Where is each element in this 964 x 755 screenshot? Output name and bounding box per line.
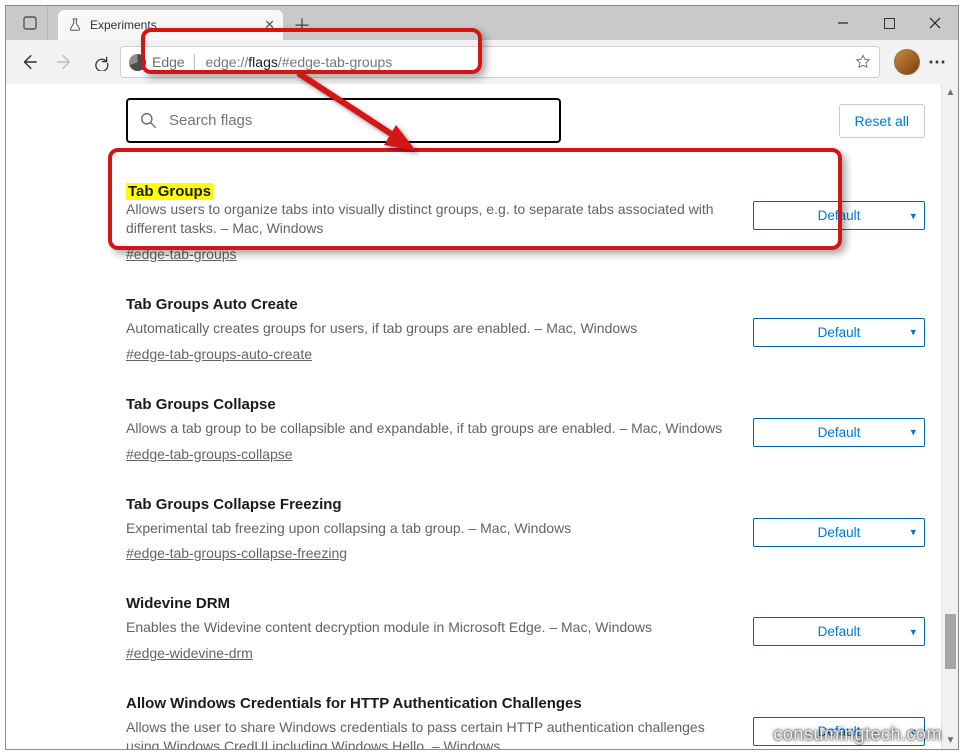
- tab-actions-button[interactable]: [12, 6, 48, 40]
- flag-title: Tab Groups Collapse Freezing: [126, 496, 723, 513]
- flask-icon: [68, 18, 82, 32]
- chevron-down-icon: ▾: [910, 426, 916, 439]
- chevron-down-icon: ▾: [910, 209, 916, 222]
- browser-name-label: Edge: [152, 54, 185, 70]
- flag-select[interactable]: Default ▾: [753, 518, 925, 547]
- maximize-button[interactable]: [866, 6, 912, 40]
- flag-select-value: Default: [818, 208, 861, 223]
- flag-title: Allow Windows Credentials for HTTP Authe…: [126, 695, 723, 712]
- flag-info: Allow Windows Credentials for HTTP Authe…: [126, 695, 723, 749]
- flag-info: Tab Groups Collapse Freezing Experimental…: [126, 496, 723, 562]
- flag-description: Experimental tab freezing upon collapsin…: [126, 519, 723, 538]
- flag-title: Tab Groups Collapse: [126, 396, 723, 413]
- flag-anchor-link[interactable]: #edge-widevine-drm: [126, 645, 253, 661]
- browser-toolbar: Edge │ edge://flags/#edge-tab-groups ⋯: [6, 40, 958, 84]
- flag-anchor-link[interactable]: #edge-tab-groups-collapse: [126, 446, 293, 462]
- search-icon: [140, 112, 157, 129]
- new-tab-button[interactable]: ＋: [287, 10, 317, 40]
- flag-row: Tab Groups Auto Create Automatically crea…: [126, 280, 925, 380]
- back-button[interactable]: [12, 45, 46, 79]
- flag-select[interactable]: Default ▾: [753, 617, 925, 646]
- flag-description: Automatically creates groups for users, …: [126, 319, 723, 338]
- scrollbar-thumb[interactable]: [945, 614, 956, 669]
- flag-row: Tab GroupsAllows users to organize tabs …: [126, 167, 925, 280]
- flags-page: Reset all Tab GroupsAllows users to orga…: [6, 84, 941, 749]
- chevron-down-icon: ▾: [910, 625, 916, 638]
- reset-all-button[interactable]: Reset all: [839, 104, 925, 138]
- scrollbar-up-icon[interactable]: ▲: [942, 84, 958, 101]
- browser-window: Experiments ✕ ＋ Edge │ edge://flags/#edg…: [5, 5, 959, 750]
- flag-select-value: Default: [818, 425, 861, 440]
- forward-button[interactable]: [48, 45, 82, 79]
- browser-tab[interactable]: Experiments ✕: [58, 10, 283, 40]
- star-icon: [855, 54, 871, 70]
- search-input[interactable]: [167, 111, 547, 130]
- close-window-button[interactable]: [912, 6, 958, 40]
- flag-anchor-link[interactable]: #edge-tab-groups-collapse-freezing: [126, 545, 347, 561]
- flag-select-value: Default: [818, 624, 861, 639]
- page-viewport: Reset all Tab GroupsAllows users to orga…: [6, 84, 958, 749]
- edge-logo-icon: [129, 54, 146, 71]
- flag-title: Tab Groups Auto Create: [126, 296, 723, 313]
- profile-avatar[interactable]: [894, 49, 920, 75]
- more-menu-button[interactable]: ⋯: [928, 52, 948, 73]
- tab-strip: Experiments ✕ ＋: [6, 6, 958, 40]
- flags-list: Tab GroupsAllows users to organize tabs …: [126, 167, 925, 749]
- refresh-button[interactable]: [84, 45, 118, 79]
- flag-select-value: Default: [818, 525, 861, 540]
- flag-row: Widevine DRM Enables the Widevine content…: [126, 579, 925, 679]
- refresh-icon: [93, 54, 110, 71]
- flag-info: Tab GroupsAllows users to organize tabs …: [126, 183, 723, 262]
- close-tab-icon[interactable]: ✕: [264, 17, 275, 33]
- flag-row: Tab Groups Collapse Allows a tab group to…: [126, 380, 925, 480]
- tab-title: Experiments: [90, 18, 157, 32]
- favorite-icon[interactable]: [855, 54, 871, 70]
- flag-row: Tab Groups Collapse Freezing Experimental…: [126, 480, 925, 580]
- flag-description: Allows a tab group to be collapsible and…: [126, 419, 723, 438]
- address-bar[interactable]: Edge │ edge://flags/#edge-tab-groups: [120, 46, 880, 78]
- maximize-icon: [884, 18, 895, 29]
- flag-select[interactable]: Default ▾: [753, 318, 925, 347]
- flag-description: Enables the Widevine content decryption …: [126, 618, 723, 637]
- flag-select-value: Default: [818, 325, 861, 340]
- flag-select[interactable]: Default ▾: [753, 418, 925, 447]
- chevron-down-icon: ▾: [910, 326, 916, 339]
- scrollbar-down-icon[interactable]: ▼: [942, 732, 958, 749]
- url-text: edge://flags/#edge-tab-groups: [205, 54, 392, 70]
- flag-anchor-link[interactable]: #edge-tab-groups: [126, 246, 237, 262]
- flag-title: Widevine DRM: [126, 595, 723, 612]
- vertical-scrollbar[interactable]: ▲ ▼: [941, 84, 958, 749]
- window-controls: [820, 6, 958, 40]
- flag-info: Tab Groups Auto Create Automatically crea…: [126, 296, 723, 362]
- arrow-right-icon: [56, 53, 74, 71]
- flag-info: Tab Groups Collapse Allows a tab group to…: [126, 396, 723, 462]
- close-icon: [929, 17, 941, 29]
- flag-description: Allows users to organize tabs into visua…: [126, 200, 723, 238]
- search-flags-box[interactable]: [126, 98, 561, 143]
- flag-title: Tab Groups: [126, 183, 213, 200]
- chevron-down-icon: ▾: [910, 526, 916, 539]
- address-divider: │: [191, 54, 200, 70]
- arrow-left-icon: [20, 53, 38, 71]
- flag-description: Allows the user to share Windows credent…: [126, 718, 723, 749]
- minimize-button[interactable]: [820, 6, 866, 40]
- minimize-icon: [837, 17, 849, 29]
- square-icon: [23, 16, 37, 30]
- flag-info: Widevine DRM Enables the Widevine content…: [126, 595, 723, 661]
- search-row: Reset all: [126, 98, 925, 143]
- flag-select[interactable]: Default ▾: [753, 201, 925, 230]
- watermark-text: consumingtech.com: [773, 724, 942, 745]
- flag-anchor-link[interactable]: #edge-tab-groups-auto-create: [126, 346, 312, 362]
